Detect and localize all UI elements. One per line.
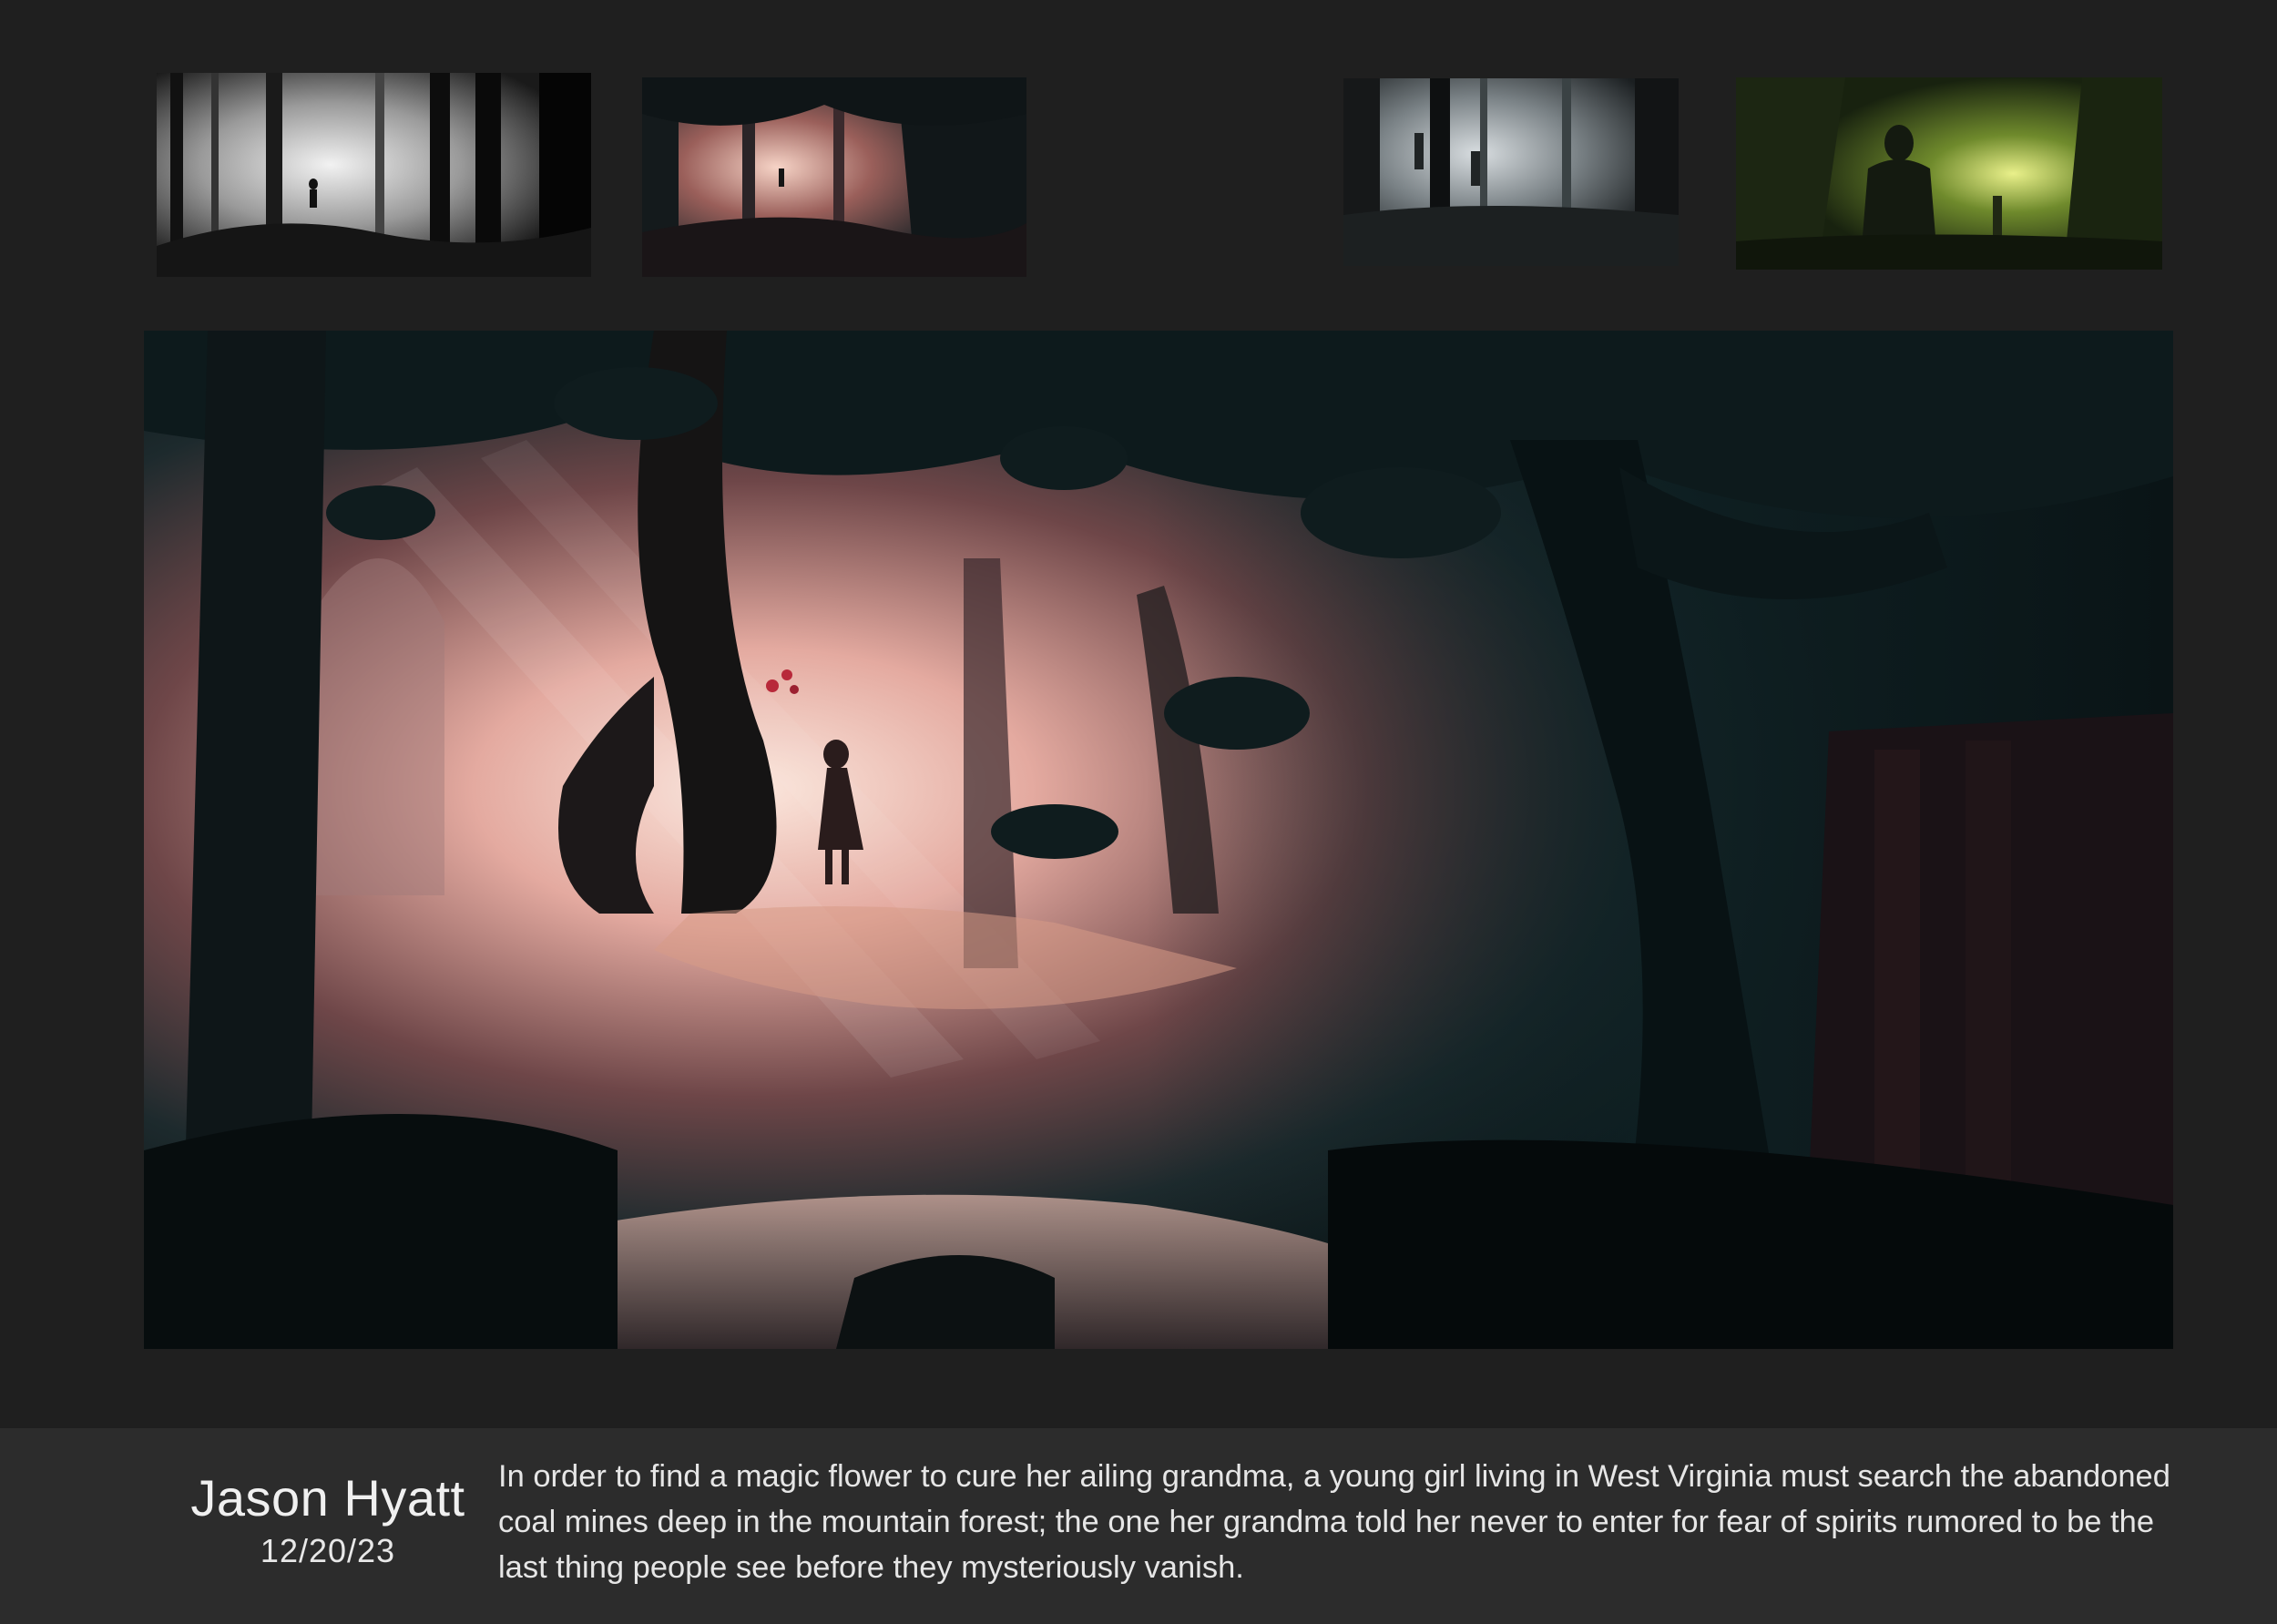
- main-illustration-forest-girl: [144, 331, 2173, 1349]
- thumbnail-forest-grayscale: [157, 73, 591, 277]
- artist-name: Jason Hyatt: [190, 1469, 465, 1527]
- thumbnail-forest-pink-glow: [642, 77, 1026, 277]
- synopsis-text: In order to find a magic flower to cure …: [498, 1459, 2170, 1585]
- artist-date: 12/20/23: [260, 1532, 396, 1569]
- thumbnail-forest-green-silhouette: [1736, 77, 2162, 270]
- thumbnail-forest-figures: [1343, 78, 1679, 266]
- caption-bar: Jason Hyatt 12/20/23 In order to find a …: [0, 1428, 2277, 1624]
